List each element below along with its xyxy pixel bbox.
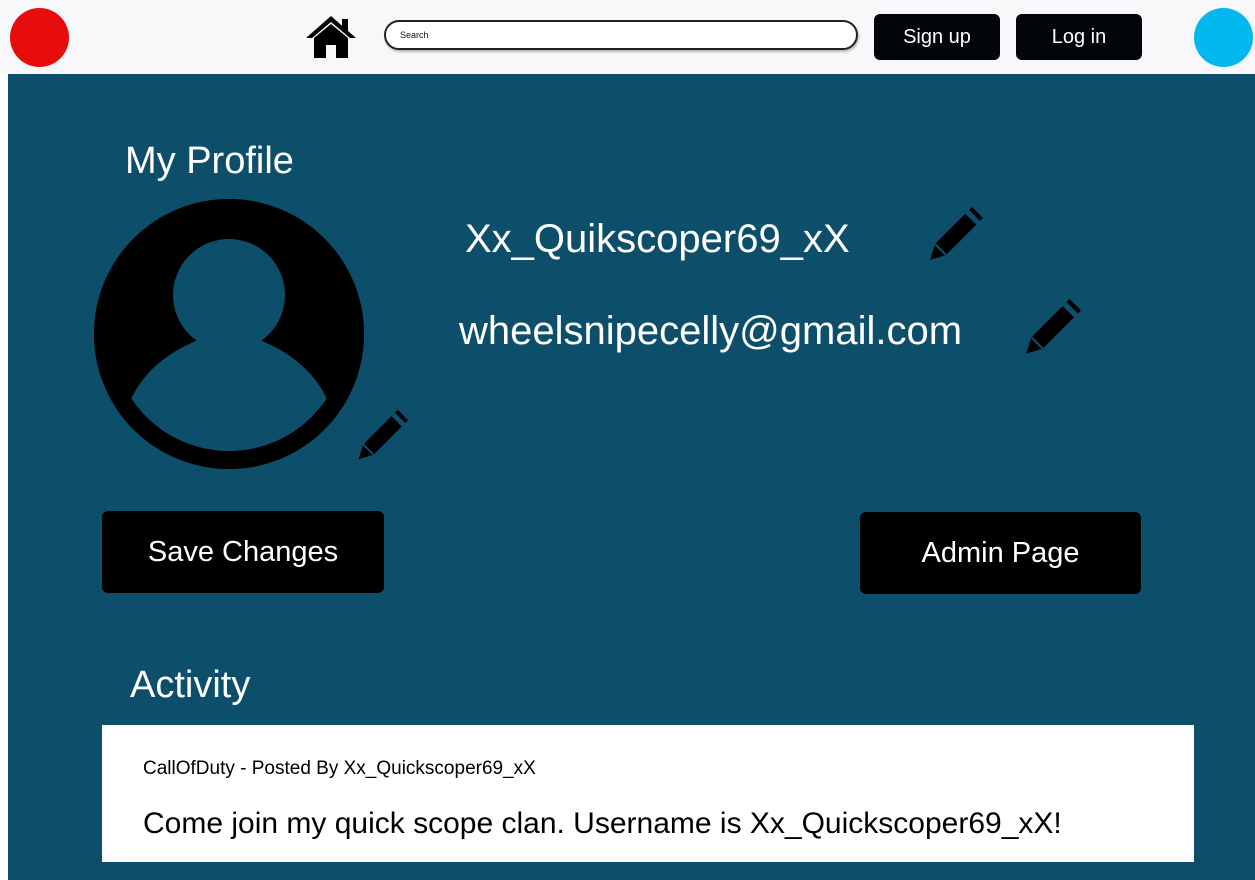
avatar-icon	[94, 199, 364, 469]
activity-heading: Activity	[130, 664, 251, 706]
sign-up-button[interactable]: Sign up	[874, 14, 1000, 60]
search-input[interactable]	[384, 20, 858, 50]
home-icon[interactable]	[304, 14, 358, 60]
save-changes-button[interactable]: Save Changes	[102, 511, 384, 593]
log-in-button[interactable]: Log in	[1016, 14, 1142, 60]
edit-avatar-pencil-icon[interactable]	[353, 409, 409, 465]
email-text: wheelsnipecelly@gmail.com	[459, 309, 963, 353]
admin-page-button[interactable]: Admin Page	[860, 512, 1141, 594]
brand-logo-red[interactable]	[10, 8, 69, 67]
top-navigation-bar: Sign up Log in	[0, 0, 1255, 74]
activity-post-card[interactable]: CallOfDuty - Posted By Xx_Quickscoper69_…	[102, 725, 1194, 862]
page-title: My Profile	[125, 140, 294, 182]
post-body: Come join my quick scope clan. Username …	[143, 807, 1062, 840]
edit-email-pencil-icon[interactable]	[1020, 298, 1082, 360]
edit-username-pencil-icon[interactable]	[924, 206, 984, 266]
post-meta: CallOfDuty - Posted By Xx_Quickscoper69_…	[143, 758, 536, 779]
username-text: Xx_Quikscoper69_xX	[465, 217, 850, 261]
user-avatar-blue[interactable]	[1194, 8, 1253, 67]
